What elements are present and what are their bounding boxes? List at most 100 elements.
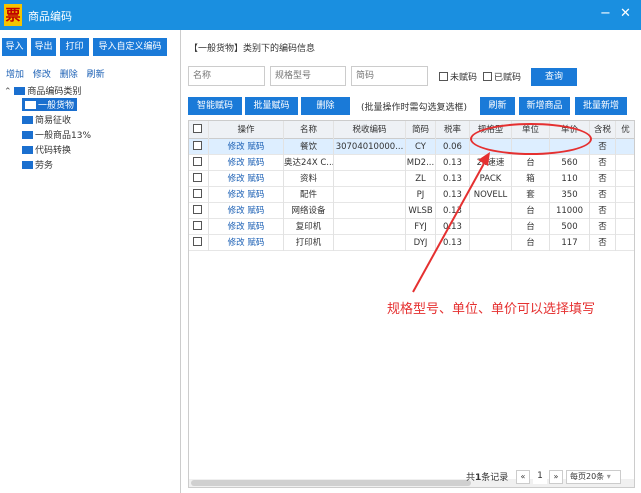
category-actions: 增加 修改 删除 刷新 <box>6 67 111 80</box>
col-operation[interactable]: 操作 <box>209 121 284 139</box>
tree-item-general-13[interactable]: 一般商品13% <box>22 128 91 141</box>
col-preferential[interactable]: 优 <box>616 121 634 139</box>
row-checkbox[interactable] <box>189 203 209 219</box>
delete-button[interactable]: 删除 <box>301 97 350 115</box>
cell-name: 餐饮 <box>284 139 334 155</box>
cell-tax-code <box>334 171 406 187</box>
table-row[interactable]: 修改 赋码 配件 PJ 0.13 NOVELL 套 350 否 <box>189 187 634 203</box>
cell-price: 110 <box>550 171 590 187</box>
edit-row-link[interactable]: 修改 <box>228 222 245 232</box>
assign-row-link[interactable]: 赋码 <box>247 158 264 168</box>
tree-item-simple-levy[interactable]: 简易征收 <box>22 113 71 126</box>
tree-item-code-convert[interactable]: 代码转换 <box>22 143 71 156</box>
table-row[interactable]: 修改 赋码 复印机 FYJ 0.13 台 500 否 <box>189 219 634 235</box>
record-count-prefix: 共 <box>466 473 476 483</box>
table-row[interactable]: 修改 赋码 网络设备 WLSB 0.13 台 11000 否 <box>189 203 634 219</box>
table-row[interactable]: 修改 赋码 资料 ZL 0.13 PACK 箱 110 否 <box>189 171 634 187</box>
minimize-icon[interactable]: − <box>600 6 611 21</box>
edit-row-link[interactable]: 修改 <box>228 190 245 200</box>
tree-root-label: 商品编码类别 <box>27 87 82 97</box>
select-all-checkbox[interactable] <box>189 121 209 139</box>
edit-row-link[interactable]: 修改 <box>228 158 245 168</box>
tree-root[interactable]: ⌃ 商品编码类别 <box>4 84 81 97</box>
cell-name: 资料 <box>284 171 334 187</box>
table-row[interactable]: 修改 赋码 打印机 DYJ 0.13 台 117 否 <box>189 235 634 251</box>
cell-tax-included: 否 <box>590 203 616 219</box>
close-icon[interactable]: ✕ <box>620 6 631 21</box>
assign-row-link[interactable]: 赋码 <box>247 142 264 152</box>
row-checkbox[interactable] <box>189 235 209 251</box>
col-short-code[interactable]: 简码 <box>406 121 436 139</box>
cell-operation: 修改 赋码 <box>209 235 284 251</box>
assigned-checkbox[interactable]: 已赋码 <box>483 70 521 83</box>
batch-assign-button[interactable]: 批量赋码 <box>245 97 298 115</box>
next-page-button[interactable]: » <box>549 470 563 484</box>
edit-row-link[interactable]: 修改 <box>228 238 245 248</box>
cell-price: 11000 <box>550 203 590 219</box>
app-logo: 票 <box>4 4 22 26</box>
cell-tax-rate: 0.13 <box>436 155 470 171</box>
tree-item-general-goods[interactable]: 一般货物 <box>22 98 78 111</box>
edit-row-link[interactable]: 修改 <box>228 174 245 184</box>
row-checkbox[interactable] <box>189 139 209 155</box>
batch-add-button[interactable]: 批量新增 <box>575 97 627 115</box>
col-tax-included[interactable]: 含税 <box>590 121 616 139</box>
row-checkbox[interactable] <box>189 219 209 235</box>
add-link[interactable]: 增加 <box>6 70 24 80</box>
folder-icon <box>22 146 33 154</box>
assign-row-link[interactable]: 赋码 <box>247 190 264 200</box>
import-custom-button[interactable]: 导入自定义编码 <box>93 38 167 56</box>
unassigned-label: 未赋码 <box>450 73 478 83</box>
delete-link[interactable]: 删除 <box>60 70 78 80</box>
assign-row-link[interactable]: 赋码 <box>247 206 264 216</box>
assign-row-link[interactable]: 赋码 <box>247 222 264 232</box>
unassigned-checkbox[interactable]: 未赋码 <box>439 70 477 83</box>
cell-price: 500 <box>550 219 590 235</box>
tree-item-label: 简易征收 <box>35 116 72 126</box>
cell-tax-included: 否 <box>590 187 616 203</box>
prev-page-button[interactable]: « <box>516 470 530 484</box>
refresh-button[interactable]: 刷新 <box>480 97 515 115</box>
title-bar: 票 商品编码 − ✕ <box>0 0 641 30</box>
row-checkbox[interactable] <box>189 187 209 203</box>
spec-input[interactable] <box>270 66 346 86</box>
cell-price: 560 <box>550 155 590 171</box>
print-button[interactable]: 打印 <box>60 38 89 56</box>
col-name[interactable]: 名称 <box>284 121 334 139</box>
cell-spec: NOVELL <box>470 187 512 203</box>
export-button[interactable]: 导出 <box>31 38 56 56</box>
import-button[interactable]: 导入 <box>2 38 27 56</box>
short-code-input[interactable] <box>351 66 428 86</box>
assign-row-link[interactable]: 赋码 <box>247 238 264 248</box>
tree-item-label: 一般货物 <box>38 101 75 111</box>
cell-tax-included: 否 <box>590 139 616 155</box>
table-row[interactable]: 修改 赋码 奥达24X C... MD2... 0.13 24速速台 560 否 <box>189 155 634 171</box>
cell-unit: 台 <box>512 155 550 171</box>
name-input[interactable] <box>188 66 265 86</box>
cell-unit: 箱 <box>512 171 550 187</box>
add-goods-button[interactable]: 新增商品 <box>519 97 570 115</box>
row-checkbox[interactable] <box>189 171 209 187</box>
scrollbar-thumb[interactable] <box>191 480 471 486</box>
cell-name: 打印机 <box>284 235 334 251</box>
query-button[interactable]: 查询 <box>531 68 577 86</box>
row-checkbox[interactable] <box>189 155 209 171</box>
edit-row-link[interactable]: 修改 <box>228 142 245 152</box>
cell-tax-included: 否 <box>590 155 616 171</box>
assign-row-link[interactable]: 赋码 <box>247 174 264 184</box>
col-tax-rate[interactable]: 税率 <box>436 121 470 139</box>
cell-name: 配件 <box>284 187 334 203</box>
cell-tax-rate: 0.13 <box>436 219 470 235</box>
tree-item-labor[interactable]: 劳务 <box>22 158 53 171</box>
smart-assign-button[interactable]: 智能赋码 <box>188 97 242 115</box>
edit-link[interactable]: 修改 <box>33 70 51 80</box>
expand-icon[interactable]: ⌃ <box>4 87 12 97</box>
checkbox-icon <box>193 189 202 198</box>
current-page: 1 <box>533 470 547 484</box>
page-size-select[interactable]: 每页20条 ▾ <box>566 470 621 484</box>
edit-row-link[interactable]: 修改 <box>228 206 245 216</box>
col-tax-code[interactable]: 税收编码 <box>334 121 406 139</box>
refresh-link[interactable]: 刷新 <box>87 70 105 80</box>
cell-tax-code <box>334 187 406 203</box>
cell-name: 复印机 <box>284 219 334 235</box>
